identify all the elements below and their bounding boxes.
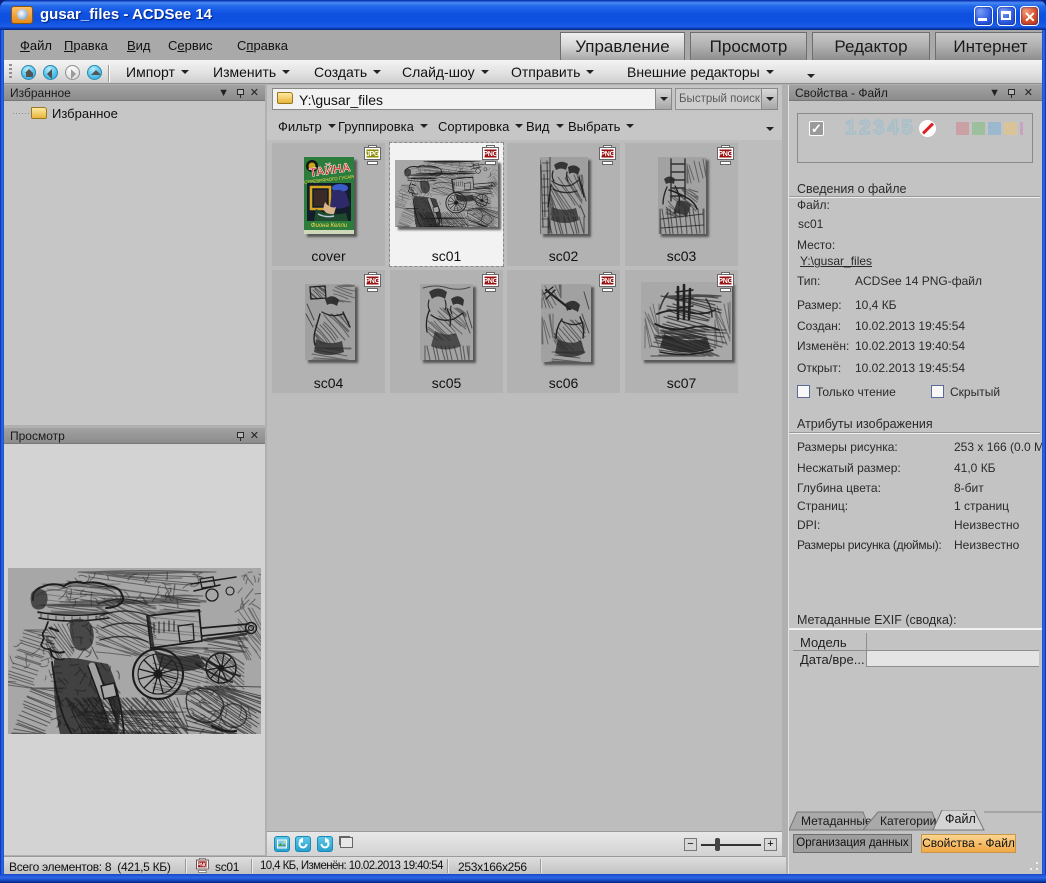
svg-text:Метаданные: Метаданные xyxy=(801,814,872,828)
svg-text:Файл: Файл xyxy=(945,812,976,826)
svg-text:Категории: Категории xyxy=(880,814,936,828)
svg-text:Фиона Келли: Фиона Келли xyxy=(311,223,348,229)
